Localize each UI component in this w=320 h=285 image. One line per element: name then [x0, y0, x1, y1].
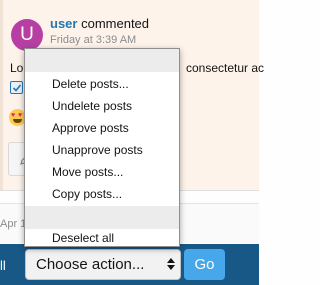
menu-item-copy-posts[interactable]: Copy posts...: [25, 183, 179, 205]
action-select[interactable]: Choose action...: [25, 249, 181, 280]
menu-item-unapprove-posts[interactable]: Unapprove posts: [25, 139, 179, 161]
post-text-fragment-right: consectetur ac: [186, 61, 265, 75]
action-select-value: Choose action...: [36, 256, 145, 273]
menu-group-header: [25, 206, 179, 229]
author-link[interactable]: user: [50, 16, 77, 31]
select-all-label[interactable]: ll: [0, 258, 6, 273]
checkmark-icon: [12, 84, 22, 92]
go-button[interactable]: Go: [184, 249, 225, 280]
menu-item-delete-posts[interactable]: Delete posts...: [25, 73, 179, 95]
action-dropdown-menu: Delete posts... Undelete posts Approve p…: [24, 48, 180, 247]
post-author-line: user commented: [50, 16, 149, 31]
menu-item-deselect-all[interactable]: Deselect all: [25, 227, 179, 249]
avatar[interactable]: U: [11, 19, 43, 51]
select-arrows-icon: [167, 258, 175, 270]
post-timestamp[interactable]: Friday at 3:39 AM: [50, 34, 136, 46]
menu-item-undelete-posts[interactable]: Undelete posts: [25, 95, 179, 117]
menu-item-move-posts[interactable]: Move posts...: [25, 161, 179, 183]
post-text-fragment-left: Lo: [10, 61, 24, 75]
select-post-checkbox[interactable]: [10, 81, 23, 94]
menu-item-approve-posts[interactable]: Approve posts: [25, 117, 179, 139]
menu-group-header: [25, 49, 179, 72]
post-verb: commented: [81, 16, 150, 31]
next-post-date: Apr 1: [0, 218, 27, 230]
